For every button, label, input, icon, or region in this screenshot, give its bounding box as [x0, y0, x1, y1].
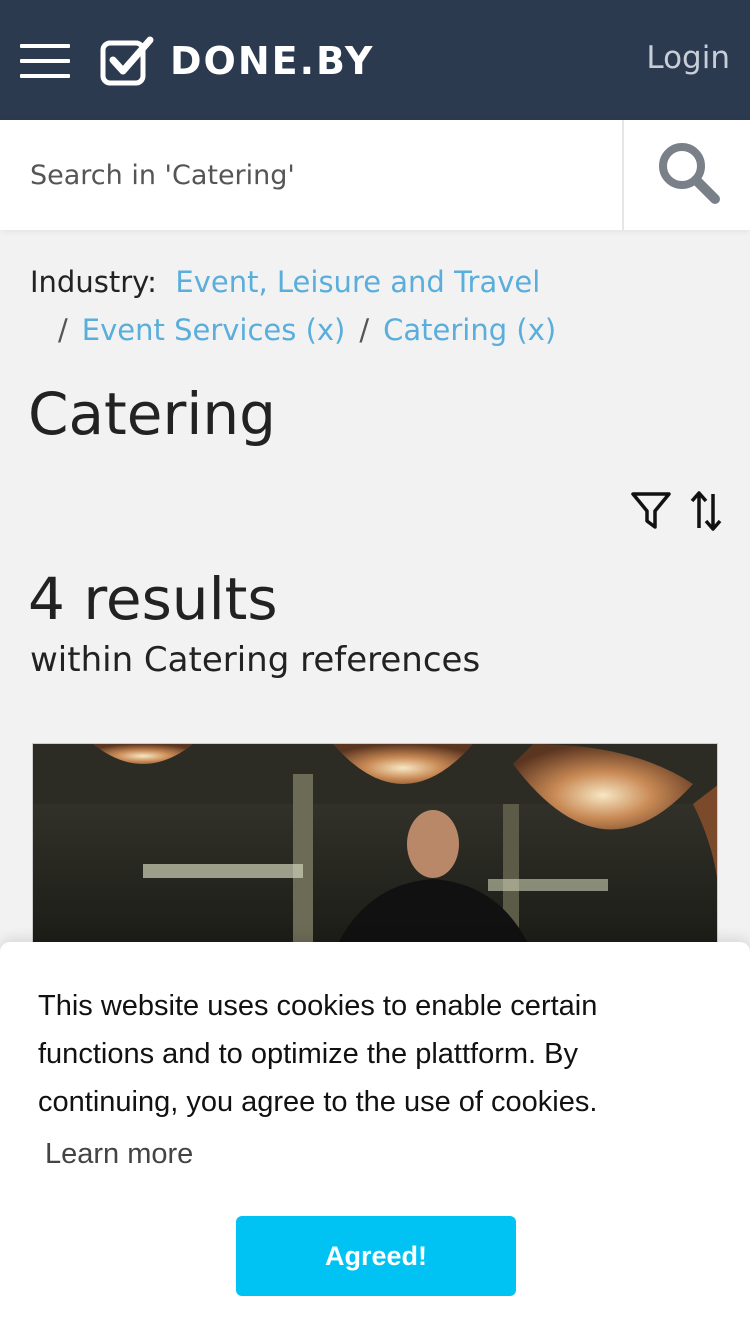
login-link[interactable]: Login	[646, 40, 730, 76]
hamburger-line	[20, 74, 70, 78]
chef-kitchen-photo	[33, 744, 717, 952]
search-input[interactable]	[0, 120, 622, 230]
page-title: Catering	[28, 380, 277, 448]
sort-icon[interactable]	[690, 490, 722, 532]
brand-logo[interactable]: DONE.BY	[100, 36, 374, 86]
breadcrumb-row: Industry: Event, Leisure and Travel	[30, 258, 730, 306]
cookie-message: This website uses cookies to enable cert…	[38, 990, 598, 1118]
filter-icon[interactable]	[630, 490, 672, 532]
list-tools	[630, 490, 722, 532]
learn-more-link[interactable]: Learn more	[45, 1138, 193, 1171]
hamburger-line	[20, 59, 70, 63]
results-subtitle: within Catering references	[30, 640, 481, 680]
search-bar	[0, 120, 750, 230]
hamburger-line	[20, 44, 70, 48]
result-card-image[interactable]	[32, 743, 718, 953]
agree-button[interactable]: Agreed!	[236, 1216, 516, 1296]
results-count: 4 results	[28, 565, 278, 633]
hamburger-menu-icon[interactable]	[20, 44, 70, 78]
search-button[interactable]	[622, 120, 750, 230]
brand-name: DONE.BY	[170, 39, 375, 83]
breadcrumb-link-event-services[interactable]: Event Services (x)	[82, 313, 346, 347]
breadcrumb-link-catering[interactable]: Catering (x)	[383, 313, 556, 347]
breadcrumb-separator: /	[58, 313, 68, 347]
breadcrumb: Industry: Event, Leisure and Travel / Eve…	[30, 258, 730, 354]
top-bar: DONE.BY Login	[0, 0, 750, 120]
breadcrumb-label: Industry:	[30, 265, 157, 299]
check-logo-icon	[100, 36, 154, 86]
breadcrumb-link-industry[interactable]: Event, Leisure and Travel	[175, 265, 540, 299]
breadcrumb-separator: /	[359, 313, 370, 347]
breadcrumb-row: / Event Services (x) / Catering (x)	[30, 306, 730, 354]
cookie-banner: This website uses cookies to enable cert…	[0, 942, 750, 1334]
search-icon	[659, 143, 720, 204]
